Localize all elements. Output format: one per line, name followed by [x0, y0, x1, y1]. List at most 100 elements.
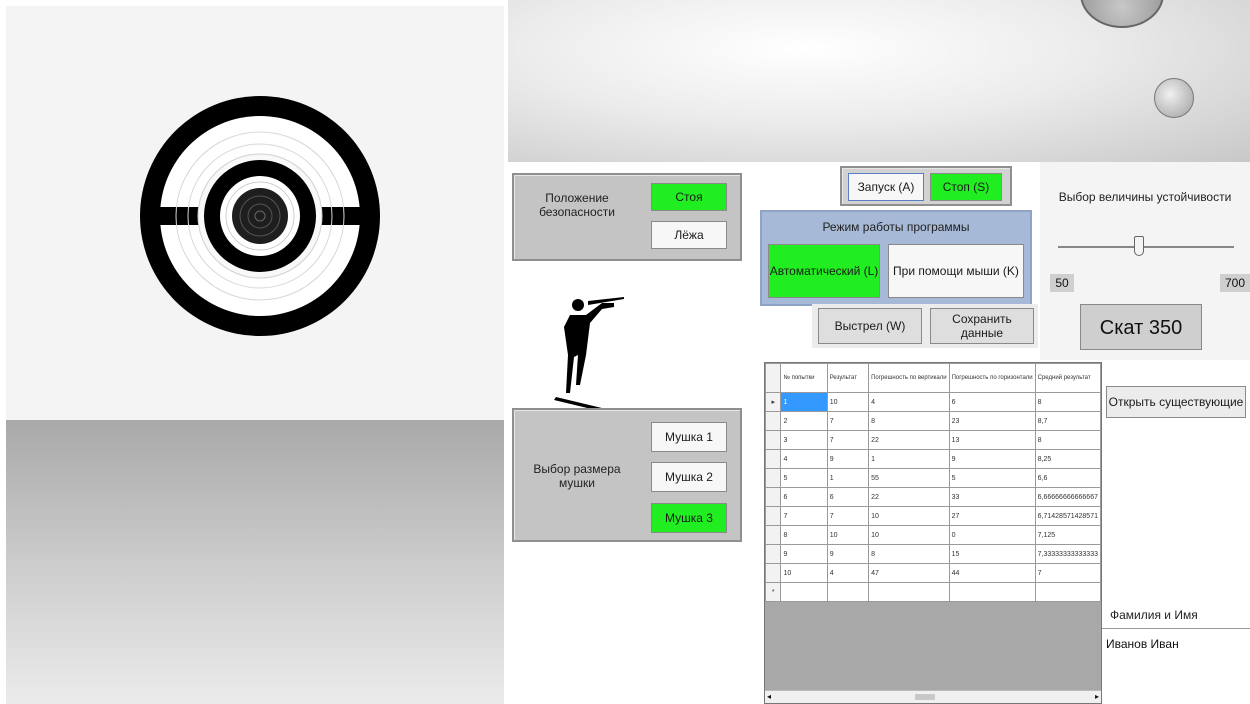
table-cell[interactable] — [948, 582, 1036, 602]
table-row[interactable]: 4 9 1 9 8,25 — [764, 449, 1102, 469]
row-header[interactable] — [764, 487, 782, 507]
table-cell[interactable] — [826, 582, 870, 602]
table-cell[interactable]: 2 — [780, 411, 828, 431]
table-cell[interactable]: 1 — [826, 468, 870, 488]
table-cell[interactable]: 44 — [948, 563, 1036, 583]
table-row[interactable]: 6 6 22 33 6,66666666666667 — [764, 487, 1102, 507]
row-header[interactable] — [764, 544, 782, 564]
table-cell[interactable]: 47 — [868, 563, 950, 583]
new-row[interactable]: * — [764, 582, 1102, 602]
table-cell[interactable]: 10 — [868, 525, 950, 545]
table-cell[interactable]: 6,66666666666667 — [1034, 487, 1102, 507]
column-header-result[interactable]: Результат — [826, 363, 870, 393]
open-existing-button[interactable]: Открыть существующие — [1106, 386, 1246, 418]
table-cell[interactable]: 0 — [948, 525, 1036, 545]
stability-slider-thumb[interactable] — [1134, 236, 1144, 256]
sight-2-button[interactable]: Мушка 2 — [651, 462, 727, 492]
table-cell[interactable]: 5 — [780, 468, 828, 488]
row-header[interactable] — [764, 449, 782, 469]
table-row[interactable]: 10 4 47 44 7 — [764, 563, 1102, 583]
table-cell[interactable]: 7 — [826, 430, 870, 450]
row-header[interactable] — [764, 430, 782, 450]
horizontal-scrollbar[interactable]: ◂ ▸ — [765, 690, 1101, 703]
table-cell[interactable]: 3 — [780, 430, 828, 450]
table-row[interactable]: 3 7 22 13 8 — [764, 430, 1102, 450]
table-cell[interactable]: 8,7 — [1034, 411, 1102, 431]
table-cell[interactable]: 10 — [826, 392, 870, 412]
table-cell[interactable] — [780, 582, 828, 602]
mouse-mode-button[interactable]: При помощи мыши (K) — [888, 244, 1024, 298]
column-header-horizontal-error[interactable]: Погрешность по горизонтали — [948, 363, 1036, 393]
table-cell[interactable]: 15 — [948, 544, 1036, 564]
stability-slider-track[interactable] — [1058, 246, 1234, 248]
table-cell[interactable]: 22 — [868, 430, 950, 450]
table-cell[interactable] — [868, 582, 950, 602]
table-cell[interactable]: 9 — [780, 544, 828, 564]
table-cell[interactable]: 4 — [826, 563, 870, 583]
table-cell[interactable]: 7,33333333333333 — [1034, 544, 1102, 564]
table-cell[interactable]: 8,25 — [1034, 449, 1102, 469]
sight-3-button[interactable]: Мушка 3 — [651, 503, 727, 533]
table-cell[interactable]: 4 — [780, 449, 828, 469]
table-cell[interactable]: 6 — [826, 487, 870, 507]
table-cell[interactable]: 8 — [1034, 392, 1102, 412]
table-cell[interactable]: 9 — [948, 449, 1036, 469]
table-cell[interactable]: 5 — [948, 468, 1036, 488]
table-cell[interactable]: 6,6 — [1034, 468, 1102, 488]
table-cell[interactable]: 4 — [868, 392, 950, 412]
table-cell[interactable]: 7 — [1034, 563, 1102, 583]
target-view[interactable] — [6, 6, 504, 420]
table-cell[interactable]: 7 — [780, 506, 828, 526]
row-header[interactable] — [764, 411, 782, 431]
table-cell[interactable]: 7 — [826, 411, 870, 431]
table-cell[interactable]: 55 — [868, 468, 950, 488]
table-cell[interactable]: 8 — [868, 411, 950, 431]
scroll-left-icon[interactable]: ◂ — [767, 691, 771, 703]
save-button[interactable]: Сохранить данные — [930, 308, 1034, 344]
auto-mode-button[interactable]: Автоматический (L) — [768, 244, 880, 298]
column-header-average[interactable]: Средний результат — [1034, 363, 1102, 393]
table-cell[interactable]: 10 — [826, 525, 870, 545]
table-cell[interactable]: 7,125 — [1034, 525, 1102, 545]
sight-1-button[interactable]: Мушка 1 — [651, 422, 727, 452]
scroll-right-icon[interactable]: ▸ — [1095, 691, 1099, 703]
prone-button[interactable]: Лёжа — [651, 221, 727, 249]
table-cell[interactable]: 10 — [780, 563, 828, 583]
column-header-attempt[interactable]: № попытки — [780, 363, 828, 393]
table-row[interactable]: 9 9 8 15 7,33333333333333 — [764, 544, 1102, 564]
table-cell[interactable]: 6,71428571428571 — [1034, 506, 1102, 526]
start-button[interactable]: Запуск (A) — [848, 173, 924, 201]
table-cell[interactable]: 8 — [1034, 430, 1102, 450]
scroll-thumb[interactable] — [915, 694, 935, 700]
column-header-vertical-error[interactable]: Погрешность по вертикали — [868, 363, 950, 393]
table-cell[interactable]: 1 — [868, 449, 950, 469]
table-cell[interactable]: 6 — [780, 487, 828, 507]
table-cell[interactable]: 1 — [780, 392, 828, 412]
table-row[interactable]: ▸ 1 10 4 6 8 — [764, 392, 1102, 412]
table-row[interactable]: 5 1 55 5 6,6 — [764, 468, 1102, 488]
table-cell[interactable]: 27 — [948, 506, 1036, 526]
table-cell[interactable]: 9 — [826, 544, 870, 564]
table-cell[interactable]: 23 — [948, 411, 1036, 431]
table-cell[interactable]: 10 — [868, 506, 950, 526]
user-name-input[interactable]: Иванов Иван — [1102, 628, 1250, 704]
table-cell[interactable] — [1034, 582, 1102, 602]
table-cell[interactable]: 33 — [948, 487, 1036, 507]
table-cell[interactable]: 9 — [826, 449, 870, 469]
table-row[interactable]: 8 10 10 0 7,125 — [764, 525, 1102, 545]
row-header[interactable] — [764, 563, 782, 583]
row-header[interactable] — [764, 468, 782, 488]
results-table[interactable]: № попытки Результат Погрешность по верти… — [764, 362, 1102, 704]
stop-button[interactable]: Стоп (S) — [930, 173, 1002, 201]
row-header[interactable] — [764, 506, 782, 526]
current-row-indicator-icon[interactable]: ▸ — [764, 392, 782, 412]
shot-button[interactable]: Выстрел (W) — [818, 308, 922, 344]
table-cell[interactable]: 7 — [826, 506, 870, 526]
table-row[interactable]: 2 7 8 23 8,7 — [764, 411, 1102, 431]
table-cell[interactable]: 22 — [868, 487, 950, 507]
table-cell[interactable]: 6 — [948, 392, 1036, 412]
standing-button[interactable]: Стоя — [651, 183, 727, 211]
table-cell[interactable]: 8 — [868, 544, 950, 564]
table-row[interactable]: 7 7 10 27 6,71428571428571 — [764, 506, 1102, 526]
row-header[interactable] — [764, 525, 782, 545]
